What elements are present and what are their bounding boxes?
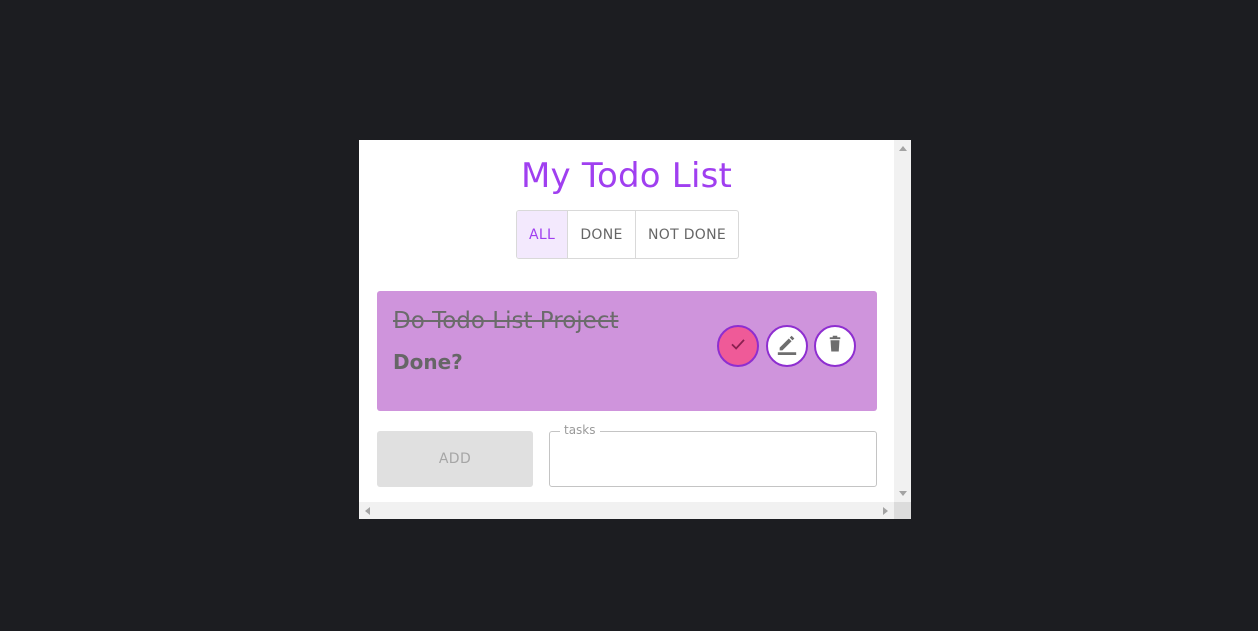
scroll-up-arrow-icon[interactable] bbox=[899, 146, 907, 151]
edit-button[interactable] bbox=[766, 325, 808, 367]
scroll-right-arrow-icon[interactable] bbox=[883, 507, 888, 515]
scroll-left-arrow-icon[interactable] bbox=[365, 507, 370, 515]
page-title: My Todo List bbox=[520, 156, 733, 196]
app-window: My Todo List ALL DONE NOT DONE Do Todo L… bbox=[359, 140, 911, 519]
filter-not-done-button[interactable]: NOT DONE bbox=[636, 211, 738, 258]
pencil-icon bbox=[776, 332, 798, 360]
scroll-down-arrow-icon[interactable] bbox=[899, 491, 907, 496]
delete-button[interactable] bbox=[814, 325, 856, 367]
toggle-done-button[interactable] bbox=[717, 325, 759, 367]
add-button[interactable]: ADD bbox=[377, 431, 533, 487]
todo-item: Do Todo List Project Done? bbox=[377, 291, 877, 411]
filter-button-group: ALL DONE NOT DONE bbox=[516, 210, 739, 259]
filter-all-button[interactable]: ALL bbox=[517, 211, 568, 258]
app-viewport: My Todo List ALL DONE NOT DONE Do Todo L… bbox=[359, 140, 894, 502]
horizontal-scrollbar[interactable] bbox=[359, 502, 894, 519]
trash-icon bbox=[826, 334, 844, 358]
scrollbar-corner bbox=[894, 502, 911, 519]
tasks-field: tasks bbox=[549, 423, 880, 488]
check-icon bbox=[729, 335, 747, 357]
vertical-scrollbar[interactable] bbox=[894, 140, 911, 502]
todo-text: Do Todo List Project bbox=[393, 308, 619, 334]
todo-status-label: Done? bbox=[393, 350, 463, 374]
filter-done-button[interactable]: DONE bbox=[568, 211, 636, 258]
tasks-input[interactable] bbox=[550, 432, 880, 488]
